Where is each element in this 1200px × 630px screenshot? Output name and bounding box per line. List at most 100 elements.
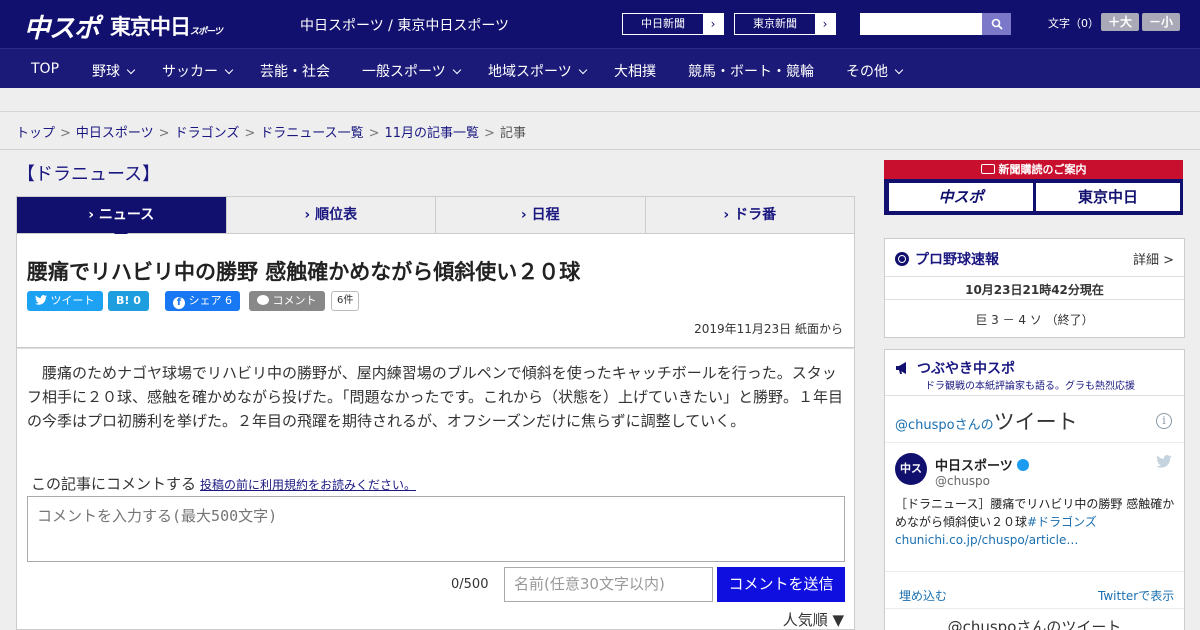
breadcrumb-dragons[interactable]: ドラゴンズ: [175, 126, 240, 141]
divider: [885, 395, 1184, 396]
facebook-share-button[interactable]: f シェア 6: [165, 291, 240, 311]
breadcrumb-november-list[interactable]: 11月の記事一覧: [385, 126, 480, 141]
section-tabs: › ニュース › 順位表 › 日程 › ドラ番: [16, 196, 855, 240]
tokyo-shimbun-link[interactable]: 東京新聞 ›: [734, 13, 836, 35]
tab-standings[interactable]: › 順位表: [227, 197, 436, 233]
nav-label: 野球: [92, 64, 120, 80]
breadcrumb-separator: >: [484, 126, 495, 141]
tweet-timeline-handle: @chuspoさんの: [895, 418, 994, 433]
comment-section-label: この記事にコメントする 投稿の前に利用規約をお読みください。: [31, 473, 416, 494]
tweet-hashtag[interactable]: #ドラゴンズ: [1027, 515, 1097, 529]
search-input[interactable]: [860, 13, 982, 35]
chevron-down-icon: [894, 65, 904, 75]
nav-item-baseball[interactable]: 野球: [92, 61, 136, 81]
nav-item-top[interactable]: TOP: [31, 61, 59, 77]
chevron-down-icon: [224, 65, 234, 75]
comment-count-badge[interactable]: 6件: [331, 291, 360, 311]
chunichi-shimbun-link[interactable]: 中日新聞 ›: [622, 13, 724, 35]
font-smaller-button[interactable]: －小: [1142, 13, 1180, 31]
breadcrumb-separator: >: [60, 126, 71, 141]
breadcrumb-current: 記事: [499, 126, 526, 141]
comment-label: コメント: [272, 294, 317, 307]
submit-comment-button[interactable]: コメントを送信: [717, 567, 845, 602]
divider: [885, 442, 1184, 443]
hatena-bookmark-button[interactable]: B! 0: [108, 291, 149, 311]
tweets-title: つぶやき中スポ: [895, 358, 1015, 378]
nav-label: 競馬・ボート・競輪: [688, 64, 814, 80]
breadcrumb-separator: >: [244, 126, 256, 141]
facebook-icon: f: [173, 297, 185, 309]
nav-label: 芸能・社会: [260, 64, 330, 80]
divider: [885, 299, 1184, 300]
search-button[interactable]: [982, 13, 1011, 35]
comment-char-counter: 0/500: [451, 577, 489, 592]
baseball-icon: [895, 252, 909, 266]
comment-textarea[interactable]: [27, 496, 845, 562]
breadcrumb-top[interactable]: トップ: [16, 126, 55, 141]
tab-news[interactable]: › ニュース: [17, 197, 227, 240]
sort-dropdown[interactable]: 人気順 ▼: [783, 609, 844, 630]
tweet-link[interactable]: chunichi.co.jp/chuspo/article…: [895, 533, 1078, 547]
more-tweets-link[interactable]: @chuspoさんのツイート: [885, 616, 1184, 630]
tweet-handle[interactable]: @chuspo: [935, 474, 990, 488]
baseball-scores-box: プロ野球速報 詳細 > 10月23日21時42分現在 巨 3 － 4 ソ （終了…: [884, 238, 1185, 338]
promo-tokyo-button[interactable]: 東京中日: [1036, 183, 1180, 211]
chevron-down-icon: [452, 65, 461, 75]
site-links[interactable]: 中日スポーツ / 東京中日スポーツ: [300, 15, 509, 35]
game-score[interactable]: 巨 3 － 4 ソ （終了）: [885, 311, 1184, 328]
avatar[interactable]: 中スポ: [895, 453, 927, 507]
tweet-timeline-header[interactable]: @chuspoさんのツイート: [895, 406, 1078, 436]
score-update-time: 10月23日21時42分現在: [965, 283, 1104, 297]
nav-label: その他: [846, 64, 888, 80]
nav-label: サッカー: [162, 64, 218, 80]
twitter-bird-icon: [35, 295, 47, 305]
breadcrumb-chunichi-sports[interactable]: 中日スポーツ: [76, 126, 154, 141]
view-on-twitter-link[interactable]: Twitterで表示: [1098, 587, 1174, 604]
divider: [885, 571, 1184, 572]
tokyo-chunichi-logo[interactable]: 東京中日スポーツ: [110, 11, 223, 41]
article-headline: 腰痛でリハビリ中の勝野 感触確かめながら傾斜使い２０球: [27, 260, 581, 284]
divider: [885, 608, 1184, 609]
nav-item-racing[interactable]: 競馬・ボート・競輪: [688, 61, 814, 81]
tab-schedule[interactable]: › 日程: [436, 197, 646, 233]
terms-link[interactable]: 投稿の前に利用規約をお読みください。: [200, 478, 416, 492]
promo-chuspo-button[interactable]: 中スポ: [889, 183, 1033, 211]
nav-label: TOP: [31, 61, 60, 77]
tab-dora-ban[interactable]: › ドラ番: [646, 197, 855, 233]
speech-bubble-icon: [257, 295, 269, 305]
chuspo-logo[interactable]: 中スポ: [24, 8, 100, 45]
nav-item-sumo[interactable]: 大相撲: [614, 61, 656, 81]
article-header: 腰痛でリハビリ中の勝野 感触確かめながら傾斜使い２０球 ツイート B! 0 f …: [16, 234, 855, 348]
section-title: 【ドラニュース】: [17, 164, 161, 185]
nav-item-soccer[interactable]: サッカー: [162, 61, 234, 81]
nav-label: 地域スポーツ: [488, 64, 572, 80]
nav-item-other[interactable]: その他: [846, 61, 904, 81]
tab-label: ニュース: [98, 207, 155, 223]
chevron-down-icon: [126, 65, 136, 75]
article-body: 腰痛のためナゴヤ球場でリハビリ中の勝野が、屋内練習場のブルペンで傾斜を使ったキャ…: [16, 348, 855, 630]
embed-link[interactable]: 埋め込む: [899, 587, 947, 604]
tweet-text: ［ドラニュース］腰痛でリハビリ中の勝野 感触確かめながら傾斜使い２０球#ドラゴン…: [895, 495, 1180, 549]
tokyo-logo-small: スポーツ: [190, 27, 223, 37]
info-icon[interactable]: i: [1156, 413, 1172, 429]
baseball-title-text: プロ野球速報: [915, 252, 999, 268]
breadcrumb-dora-news-list[interactable]: ドラニュース一覧: [260, 126, 363, 141]
tweets-title-text: つぶやき中スポ: [917, 361, 1015, 377]
article-dateline: 2019年11月23日 紙面から: [694, 322, 843, 336]
name-input[interactable]: 名前(任意30文字以内): [504, 567, 713, 602]
tweet-button[interactable]: ツイート: [27, 291, 103, 311]
comment-button[interactable]: コメント: [249, 291, 325, 311]
twitter-bird-icon[interactable]: [1156, 455, 1172, 468]
search-icon: [991, 18, 1003, 30]
font-larger-button[interactable]: ＋大: [1101, 13, 1139, 31]
nav-label: 大相撲: [614, 64, 656, 80]
nav-item-entertainment[interactable]: 芸能・社会: [260, 61, 330, 81]
baseball-detail-link[interactable]: 詳細 >: [1133, 249, 1174, 268]
chevron-down-icon: [578, 65, 587, 75]
nav-item-general-sports[interactable]: 一般スポーツ: [362, 61, 461, 81]
nav-item-regional-sports[interactable]: 地域スポーツ: [488, 61, 587, 81]
tokyo-logo-text: 東京中日: [110, 15, 191, 39]
tokyo-shimbun-label: 東京新聞: [753, 17, 797, 30]
tweet-author[interactable]: 中日スポーツ: [935, 455, 1029, 474]
tab-label: 順位表: [315, 207, 358, 223]
